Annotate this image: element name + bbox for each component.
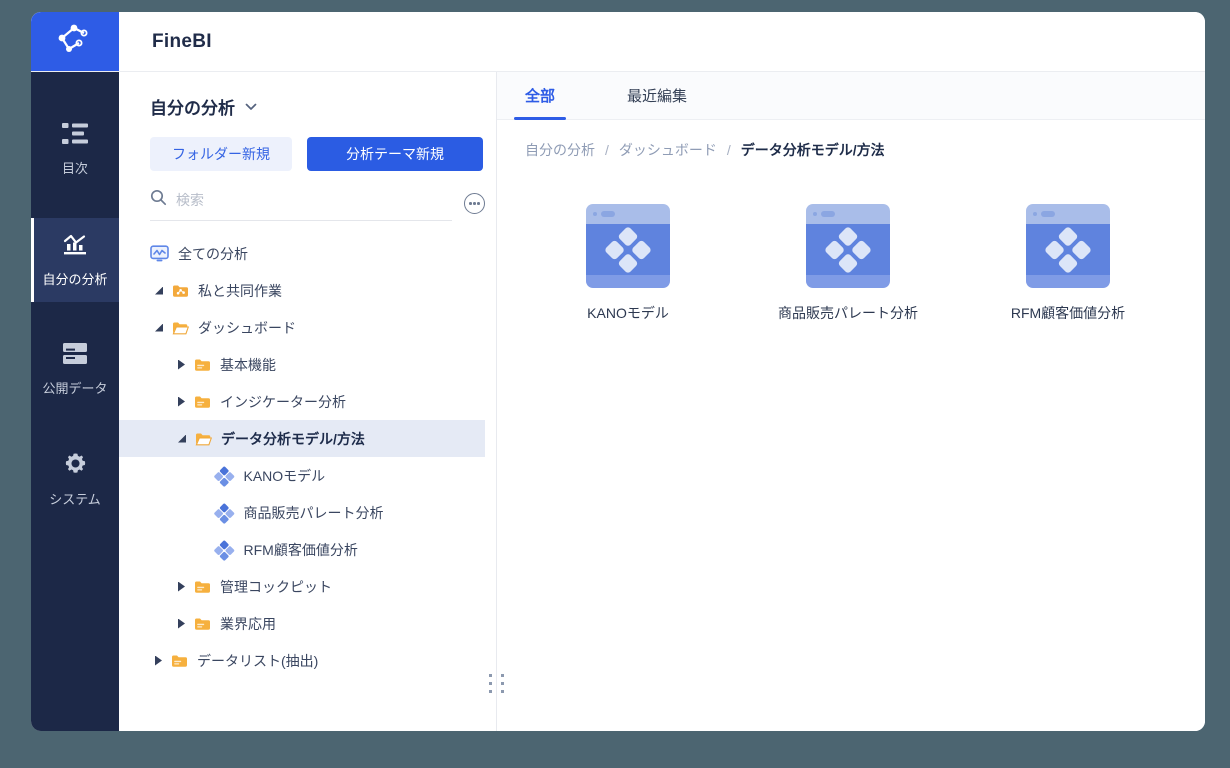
search-box (150, 189, 452, 221)
analysis-theme-diamond-icon (213, 540, 235, 561)
folder-open-icon (172, 321, 189, 335)
caret-collapsed-icon[interactable] (178, 618, 185, 629)
system-gear-icon (64, 452, 87, 480)
dashboard-card-grid: KANOモデル 商品販売パレート分析 RFM顧客価値分析 (497, 160, 1205, 323)
sidebar-item-system[interactable]: システム (31, 438, 119, 522)
caret-collapsed-icon[interactable] (178, 581, 185, 592)
tree-item-pareto-analysis[interactable]: 商品販売パレート分析 (119, 494, 485, 531)
tree-item-industry-applications[interactable]: 業界応用 (119, 605, 485, 642)
dashboard-thumbnail-icon (806, 204, 890, 288)
caret-collapsed-icon[interactable] (178, 359, 185, 370)
search-icon (150, 189, 167, 211)
folder-icon (194, 358, 211, 372)
tree-item-management-cockpit[interactable]: 管理コックピット (119, 568, 485, 605)
tree-item-basic-functions[interactable]: 基本機能 (119, 346, 485, 383)
dashboard-card-kano-model[interactable]: KANOモデル (525, 204, 731, 323)
toc-icon (62, 123, 88, 149)
panel-title-dropdown[interactable]: 自分の分析 (119, 94, 496, 119)
tree-item-rfm-analysis[interactable]: RFM顧客価値分析 (119, 531, 485, 568)
panel-buttons: フォルダー新規 分析テーマ新規 (119, 137, 496, 171)
panel-resize-handle[interactable] (489, 674, 504, 693)
tab-bar: 全部 最近編集 (497, 72, 1205, 120)
breadcrumb: 自分の分析 / ダッシュボード / データ分析モデル/方法 (497, 120, 1205, 160)
top-bar: FineBI (31, 12, 1205, 72)
folder-open-icon (195, 432, 212, 446)
caret-expanded-icon[interactable] (178, 434, 186, 443)
tree-item-kano-model[interactable]: KANOモデル (119, 457, 485, 494)
finebi-logo-icon (55, 22, 95, 61)
analysis-tree: 全ての分析 私と共同作業 ダッシュボード 基本機能 インジケーター分析 データ分… (119, 235, 496, 679)
tree-item-all-analysis[interactable]: 全ての分析 (119, 235, 485, 272)
tree-item-data-list-extract[interactable]: データリスト(抽出) (119, 642, 485, 679)
nav-sidebar: 目次 自分の分析 公開データ システム (31, 72, 119, 731)
breadcrumb-separator: / (605, 142, 609, 158)
folder-icon (194, 580, 211, 594)
my-analysis-chart-icon (63, 233, 87, 260)
more-options-icon[interactable] (464, 193, 485, 214)
sidebar-item-public-data[interactable]: 公開データ (31, 328, 119, 412)
new-analysis-theme-button[interactable]: 分析テーマ新規 (307, 137, 483, 171)
sidebar-item-label: 自分の分析 (42, 271, 108, 287)
sidebar-item-label: 目次 (61, 161, 88, 176)
app-title: FineBI (152, 30, 212, 52)
breadcrumb-my-analysis[interactable]: 自分の分析 (525, 140, 595, 160)
tree-item-dashboard[interactable]: ダッシュボード (119, 309, 485, 346)
tree-item-co-work[interactable]: 私と共同作業 (119, 272, 485, 309)
card-label: KANOモデル (587, 305, 669, 321)
new-folder-button[interactable]: フォルダー新規 (150, 137, 292, 171)
panel-title: 自分の分析 (150, 99, 235, 118)
tree-item-indicator-analysis[interactable]: インジケーター分析 (119, 383, 485, 420)
folder-icon (194, 617, 211, 631)
breadcrumb-current: データ分析モデル/方法 (740, 142, 885, 158)
tab-all[interactable]: 全部 (525, 72, 555, 119)
public-data-stack-icon (63, 343, 87, 369)
body-row: 目次 自分の分析 公開データ システム 自分の分析 フォルダー新規 分析テーマ新… (31, 72, 1205, 731)
search-row (150, 189, 485, 221)
dashboard-card-pareto-analysis[interactable]: 商品販売パレート分析 (745, 204, 951, 323)
dashboard-thumbnail-icon (586, 204, 670, 288)
card-label: RFM顧客価値分析 (1010, 305, 1126, 321)
sidebar-item-label: 公開データ (42, 381, 108, 396)
monitor-chart-icon (150, 245, 169, 262)
caret-collapsed-icon[interactable] (178, 396, 185, 407)
caret-expanded-icon[interactable] (155, 286, 163, 295)
dashboard-card-rfm-analysis[interactable]: RFM顧客価値分析 (965, 204, 1171, 323)
finebi-logo-button[interactable] (31, 12, 119, 71)
dashboard-thumbnail-icon (1026, 204, 1110, 288)
breadcrumb-dashboard[interactable]: ダッシュボード (619, 140, 717, 160)
tree-item-data-analysis-models[interactable]: データ分析モデル/方法 (119, 420, 485, 457)
sidebar-item-my-analysis[interactable]: 自分の分析 (31, 218, 119, 302)
tab-recently-edited[interactable]: 最近編集 (627, 72, 687, 119)
main-content: 全部 最近編集 自分の分析 / ダッシュボード / データ分析モデル/方法 KA… (497, 72, 1205, 731)
caret-expanded-icon[interactable] (155, 323, 163, 332)
card-label: 商品販売パレート分析 (778, 305, 918, 321)
sidebar-item-toc[interactable]: 目次 (31, 108, 119, 192)
folder-icon (171, 654, 188, 668)
app-window: FineBI 目次 自分の分析 公開データ システム 自分の分析 フォルダー新規… (31, 12, 1205, 731)
chevron-down-icon (245, 98, 257, 116)
analysis-theme-diamond-icon (213, 466, 235, 487)
caret-collapsed-icon[interactable] (155, 655, 162, 666)
shared-folder-icon (172, 284, 189, 298)
search-input[interactable] (176, 192, 452, 208)
analysis-theme-diamond-icon (213, 503, 235, 524)
folder-icon (194, 395, 211, 409)
breadcrumb-separator: / (726, 142, 731, 158)
analysis-panel: 自分の分析 フォルダー新規 分析テーマ新規 検索 全ての分析 私と共同作業 ダッ… (119, 72, 497, 731)
sidebar-item-label: システム (49, 492, 101, 507)
